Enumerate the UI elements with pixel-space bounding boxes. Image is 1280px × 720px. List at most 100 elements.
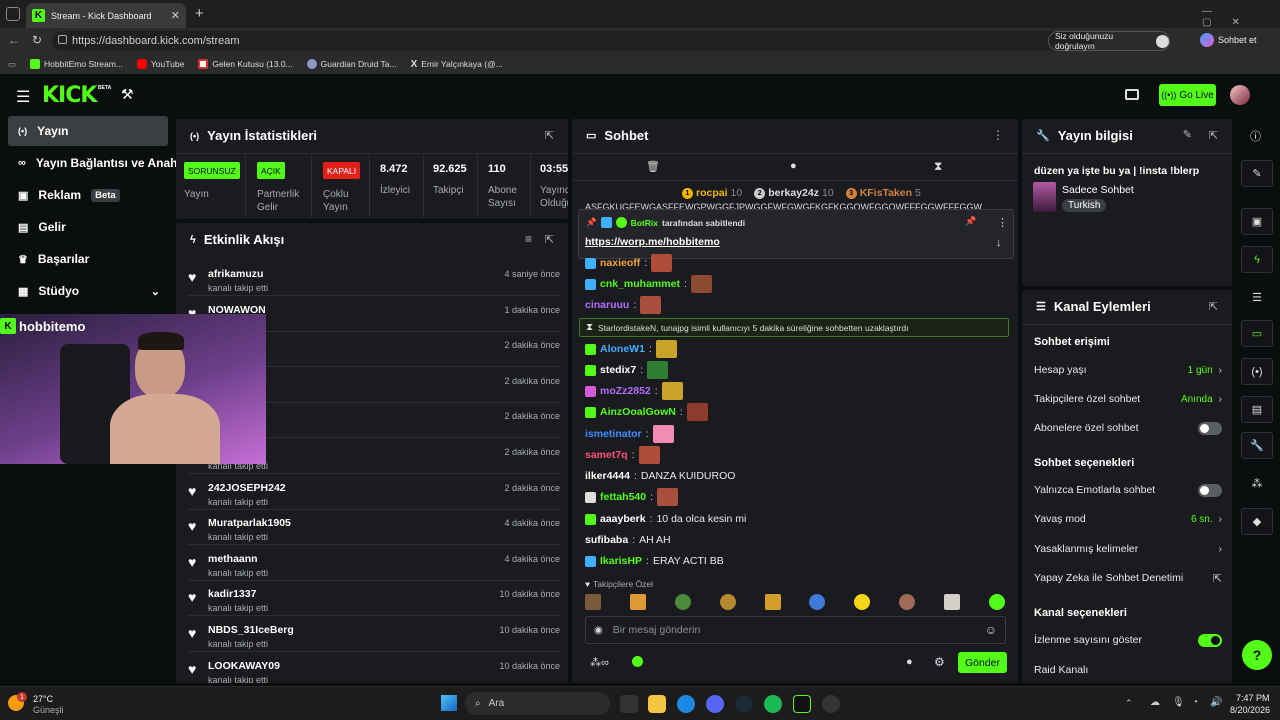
- go-live-button[interactable]: ((•)) Go Live: [1159, 84, 1216, 106]
- emote-icon[interactable]: [988, 594, 1005, 610]
- bookmark-item[interactable]: X Emir Yalçınkaya (@...: [411, 59, 503, 70]
- chat-username[interactable]: cnk_muhammet: [600, 278, 680, 290]
- panel-layout-icon[interactable]: ▣: [1241, 208, 1273, 235]
- banned-words-row[interactable]: Yasaklanmış kelimeler ›: [1034, 539, 1222, 559]
- sidebar-item-revenue[interactable]: ▤ Gelir: [8, 212, 168, 242]
- filter-icon[interactable]: ≡: [525, 232, 532, 246]
- diamond-icon[interactable]: ◆: [1241, 508, 1273, 535]
- raid-row[interactable]: Raid Kanalı: [1034, 660, 1222, 680]
- edge-icon[interactable]: [677, 695, 695, 713]
- browser-tab[interactable]: K Stream - Kick Dashboard ✕: [26, 3, 186, 28]
- emote-icon[interactable]: [719, 594, 736, 610]
- mic-icon[interactable]: 🎙: [1172, 697, 1185, 708]
- popout-icon[interactable]: ⇱: [545, 233, 554, 246]
- popout-icon[interactable]: ⇱: [545, 129, 554, 142]
- wrench-icon[interactable]: 🔧: [1241, 432, 1273, 459]
- emoji-icon[interactable]: ☺: [985, 623, 997, 637]
- sidebar-item-achievements[interactable]: ♛ Başarılar: [8, 244, 168, 274]
- activity-username[interactable]: 242JOSEPH242: [208, 482, 286, 494]
- close-tab-icon[interactable]: ✕: [171, 9, 180, 22]
- back-icon[interactable]: ←: [8, 33, 20, 47]
- info-icon[interactable]: ⓘ: [1250, 128, 1261, 144]
- taskview-icon[interactable]: [620, 695, 638, 713]
- emote-only-toggle[interactable]: [1198, 483, 1222, 497]
- chat-panel-icon[interactable]: ▭: [1241, 320, 1273, 347]
- activity-username[interactable]: methaann: [208, 553, 258, 565]
- taskbar-search[interactable]: ⌕ Ara: [465, 692, 610, 715]
- support-icon[interactable]: ?: [1242, 640, 1272, 670]
- edit-panel-icon[interactable]: ✎: [1241, 160, 1273, 187]
- chat-username[interactable]: IkarisHP: [600, 555, 642, 567]
- actions-panel-icon[interactable]: ▤: [1241, 396, 1273, 423]
- sidebar-item-ads[interactable]: ▣ Reklam Beta: [8, 180, 168, 210]
- edit-icon[interactable]: ✎: [1183, 128, 1192, 141]
- chat-username[interactable]: cinaruuu: [585, 299, 629, 311]
- kick-emote-icon[interactable]: [632, 656, 643, 667]
- steam-icon[interactable]: [735, 695, 753, 713]
- chat-username[interactable]: fettah540: [600, 491, 646, 503]
- send-button[interactable]: Gönder: [958, 652, 1007, 673]
- menu-icon[interactable]: ☰: [16, 87, 30, 107]
- gifter-3[interactable]: 3 KFisTaken 5: [845, 187, 921, 199]
- activity-username[interactable]: kadir1337: [208, 588, 256, 600]
- chat-username[interactable]: aaayberk: [600, 513, 646, 525]
- slow-mode-row[interactable]: Yavaş mod 6 sn. ›: [1034, 509, 1222, 529]
- activity-username[interactable]: Muratparlak1905: [208, 517, 291, 529]
- discord-icon[interactable]: [706, 695, 724, 713]
- volume-icon[interactable]: 🔊: [1210, 697, 1222, 708]
- kick-logo[interactable]: KICK: [42, 83, 97, 108]
- ai-moderation-row[interactable]: Yapay Zeka ile Sohbet Denetimi ⇱: [1034, 568, 1222, 588]
- chat-input[interactable]: ◉ Bir mesaj gönderin ☺: [585, 616, 1006, 644]
- activity-username[interactable]: NBDS_31IceBerg: [208, 624, 294, 636]
- tab-actions-icon[interactable]: [6, 7, 20, 21]
- obs-icon[interactable]: [822, 695, 840, 713]
- unpin-icon[interactable]: 📌: [965, 216, 976, 227]
- pinned-link[interactable]: https://worp.me/hobbitemo: [585, 236, 720, 248]
- bookmark-item[interactable]: Gelen Kutusu (13.0...: [198, 59, 293, 69]
- activity-username[interactable]: LOOKAWAY09: [208, 660, 280, 672]
- avatar[interactable]: [1230, 85, 1250, 105]
- tray-chevron-icon[interactable]: ⌃: [1125, 698, 1133, 709]
- bookmark-item[interactable]: Guardian Druid Ta...: [306, 59, 397, 69]
- lightning-icon[interactable]: ϟ: [1241, 246, 1273, 273]
- emote-icon[interactable]: [585, 594, 601, 610]
- sidebar-item-yayin[interactable]: (•) Yayın: [8, 116, 168, 146]
- chat-username[interactable]: naxieoff: [600, 257, 640, 269]
- chat-bubble-icon[interactable]: ●: [790, 160, 797, 172]
- gifter-2[interactable]: 2 berkay24z 10: [754, 187, 834, 199]
- network-icon[interactable]: ◔: [1192, 697, 1198, 708]
- show-viewers-toggle[interactable]: [1198, 633, 1222, 647]
- gifter-1[interactable]: 1 rocpai 10: [682, 187, 742, 199]
- new-tab-icon[interactable]: +: [195, 5, 204, 22]
- more-options-icon[interactable]: ⋮: [992, 128, 1004, 142]
- theater-mode-icon[interactable]: [1125, 89, 1139, 100]
- chat-settings-bubble-icon[interactable]: ●: [906, 656, 913, 668]
- chat-username[interactable]: moZz2852: [600, 385, 651, 397]
- spotify-icon[interactable]: [764, 695, 782, 713]
- gear-icon[interactable]: ⚙: [934, 655, 945, 669]
- emote-icon[interactable]: [854, 594, 871, 610]
- chat-username[interactable]: sufibaba: [585, 534, 628, 546]
- account-age-row[interactable]: Hesap yaşı 1 gün ›: [1034, 360, 1222, 380]
- popout-icon[interactable]: ⇱: [1209, 129, 1218, 142]
- sidebar-item-stream-key[interactable]: ∞ Yayın Bağlantısı ve Anahtarı: [8, 148, 176, 178]
- subs-only-toggle[interactable]: [1198, 421, 1222, 435]
- file-explorer-icon[interactable]: [648, 695, 666, 713]
- bookmark-item[interactable]: HobbitEmo Stream...: [30, 59, 123, 69]
- connections-icon[interactable]: ⁂: [1241, 470, 1273, 497]
- refresh-icon[interactable]: ↻: [32, 33, 42, 47]
- chat-username[interactable]: ilker4444: [585, 470, 630, 482]
- chat-username[interactable]: stedix7: [600, 364, 636, 376]
- activity-username[interactable]: afrikamuzu: [208, 268, 263, 280]
- followers-only-row[interactable]: Takipçilere özel sohbet Anında ›: [1034, 389, 1222, 409]
- window-controls[interactable]: —▢✕: [1202, 6, 1280, 28]
- chat-username[interactable]: AinzOoalGowN: [600, 406, 676, 418]
- bookmark-item[interactable]: YouTube: [136, 59, 184, 69]
- emote-icon[interactable]: [629, 594, 646, 610]
- url-input[interactable]: https://dashboard.kick.com/stream: [52, 31, 1094, 51]
- emote-icon[interactable]: [809, 594, 826, 610]
- verify-identity-button[interactable]: Siz olduğunuzu doğrulayın: [1048, 31, 1170, 51]
- emote-icon[interactable]: [899, 594, 916, 610]
- windows-start-icon[interactable]: [441, 695, 457, 711]
- site-info-icon[interactable]: [58, 35, 67, 44]
